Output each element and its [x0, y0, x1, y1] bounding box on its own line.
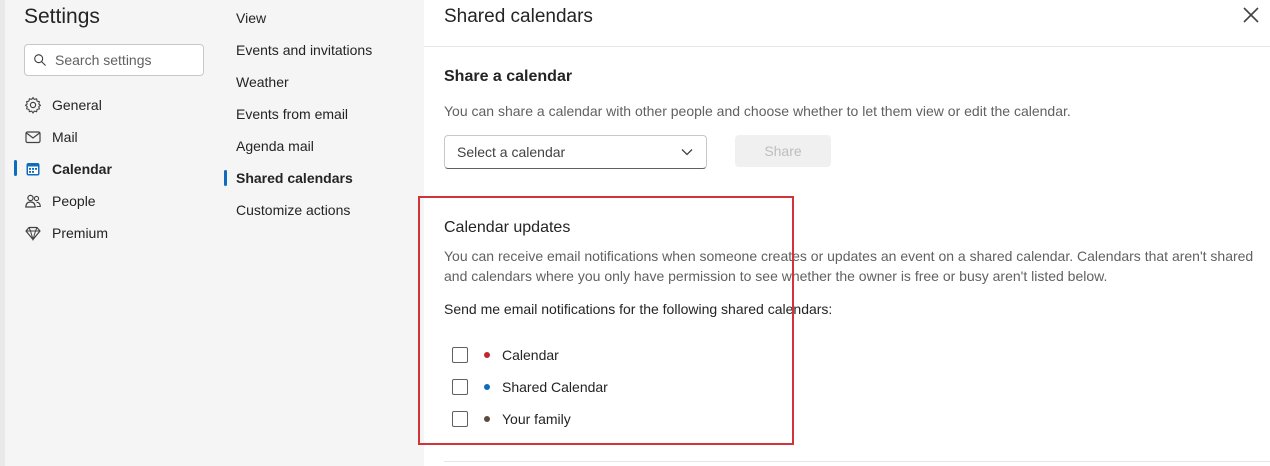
gear-icon: [24, 96, 42, 114]
nav-item-general[interactable]: General: [24, 93, 102, 117]
nav-item-calendar[interactable]: Calendar: [24, 157, 112, 181]
close-button[interactable]: [1240, 4, 1262, 26]
subnav-item-customize-actions[interactable]: Customize actions: [236, 200, 350, 220]
calendar-option[interactable]: Shared Calendar: [452, 377, 608, 397]
calendar-updates-description: You can receive email notifications when…: [444, 248, 1254, 284]
nav-item-label: Mail: [52, 129, 78, 145]
calendar-option[interactable]: Your family: [452, 409, 571, 429]
search-box[interactable]: [24, 44, 204, 76]
select-calendar-dropdown[interactable]: Select a calendar: [444, 135, 707, 169]
active-indicator: [14, 160, 17, 176]
nav-item-label: Premium: [52, 225, 109, 241]
share-section-description: You can share a calendar with other peop…: [444, 103, 1071, 119]
close-icon: [1243, 7, 1259, 23]
calendar-color-dot: [484, 352, 490, 358]
select-calendar-label: Select a calendar: [457, 144, 566, 160]
settings-title: Settings: [24, 5, 100, 28]
page-title: Shared calendars: [444, 6, 593, 27]
calendar-name: Your family: [502, 411, 571, 427]
calendar-name: Calendar: [502, 347, 559, 363]
calendar-updates-title: Calendar updates: [444, 219, 571, 236]
subnav-item-agenda-mail[interactable]: Agenda mail: [236, 136, 314, 156]
calendar-name: Shared Calendar: [502, 379, 608, 395]
share-button[interactable]: Share: [735, 135, 831, 167]
diamond-icon: [24, 224, 42, 242]
bottom-divider: [444, 461, 1270, 462]
search-icon: [34, 54, 46, 66]
share-section-title: Share a calendar: [444, 68, 573, 85]
window-edge: [0, 0, 5, 466]
settings-nav-pane: Settings General Mail Calendar People: [0, 0, 222, 466]
chevron-down-icon: [681, 149, 693, 156]
subnav-item-view[interactable]: View: [236, 8, 266, 28]
calendar-checkbox[interactable]: [452, 347, 468, 363]
header-divider: [424, 46, 1270, 47]
subnav-item-shared-calendars[interactable]: Shared calendars: [236, 168, 353, 188]
subnav-item-events-and-invitations[interactable]: Events and invitations: [236, 40, 372, 60]
mail-icon: [24, 128, 42, 146]
calendar-checkbox[interactable]: [452, 411, 468, 427]
nav-item-premium[interactable]: Premium: [24, 221, 108, 245]
calendar-color-dot: [484, 384, 490, 390]
notification-label: Send me email notifications for the foll…: [444, 301, 833, 317]
calendar-subnav: View Events and invitations Weather Even…: [222, 0, 424, 466]
subnav-active-indicator: [224, 170, 227, 186]
nav-item-people[interactable]: People: [24, 189, 96, 213]
people-icon: [24, 192, 42, 210]
calendar-checkbox[interactable]: [452, 379, 468, 395]
subnav-item-weather[interactable]: Weather: [236, 72, 289, 92]
nav-item-label: Calendar: [52, 161, 112, 177]
subnav-item-events-from-email[interactable]: Events from email: [236, 104, 348, 124]
calendar-color-dot: [484, 416, 490, 422]
nav-item-label: General: [52, 97, 102, 113]
nav-item-mail[interactable]: Mail: [24, 125, 78, 149]
calendar-option[interactable]: Calendar: [452, 345, 559, 365]
shared-calendars-panel: Shared calendars Share a calendar You ca…: [424, 0, 1270, 466]
search-input[interactable]: [55, 52, 195, 68]
nav-item-label: People: [52, 193, 96, 209]
calendar-icon: [24, 160, 42, 178]
